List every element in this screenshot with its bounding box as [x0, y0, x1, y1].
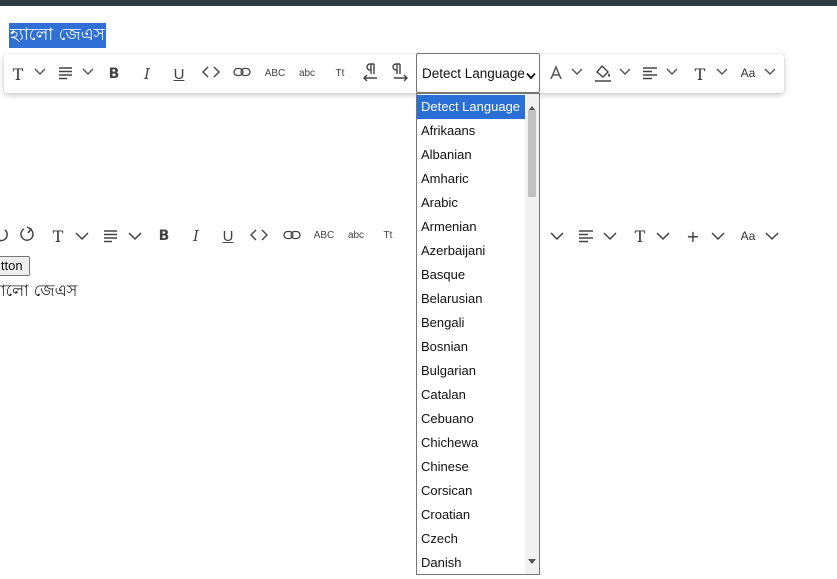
align-left-icon[interactable] — [642, 66, 658, 80]
chevron-down-icon[interactable] — [765, 232, 779, 241]
language-option[interactable]: Detect Language — [417, 95, 525, 119]
chevron-down-icon[interactable] — [711, 232, 725, 241]
lowercase-button[interactable]: abc — [297, 66, 317, 80]
link-icon[interactable] — [233, 67, 251, 77]
language-option[interactable]: Afrikaans — [417, 119, 525, 143]
language-option[interactable]: Czech — [417, 527, 525, 551]
uppercase-button[interactable]: ABC — [264, 66, 286, 80]
align-left-icon[interactable] — [578, 229, 594, 243]
scroll-down-arrow-icon[interactable] — [528, 551, 536, 569]
text-color-icon[interactable] — [549, 65, 563, 81]
scrollbar-thumb[interactable] — [528, 110, 536, 197]
language-option[interactable]: Belarusian — [417, 287, 525, 311]
underline-button[interactable]: U — [220, 226, 236, 246]
italic-button[interactable]: I — [188, 226, 204, 246]
chevron-down-icon[interactable] — [75, 232, 89, 241]
chevron-down-icon[interactable] — [666, 68, 678, 76]
chevron-down-icon[interactable] — [550, 232, 564, 241]
editor-plain-text[interactable]: হ্যালো জেএস — [0, 278, 77, 305]
language-option[interactable]: Arabic — [417, 191, 525, 215]
font-size-button[interactable]: T — [693, 64, 707, 84]
language-option[interactable]: Catalan — [417, 383, 525, 407]
chevron-down-icon[interactable] — [571, 68, 583, 76]
code-icon[interactable] — [202, 66, 220, 78]
chevron-down-icon[interactable] — [656, 232, 670, 241]
link-icon[interactable] — [283, 230, 301, 240]
code-icon[interactable] — [250, 229, 268, 241]
titlecase-button[interactable]: Tt — [332, 66, 348, 80]
chevron-down-icon[interactable] — [716, 68, 728, 76]
language-option[interactable]: Corsican — [417, 479, 525, 503]
language-option[interactable]: Chinese — [417, 455, 525, 479]
chevron-down-icon[interactable] — [34, 68, 46, 76]
language-dropdown-list[interactable]: Detect Language Afrikaans Albanian Amhar… — [416, 93, 540, 575]
floating-toolbar: T B I U ABC abc Tt T Aa — [4, 54, 784, 93]
selected-editor-text[interactable]: হ্যালো জেএস — [9, 23, 106, 48]
font-family-button[interactable]: T — [11, 64, 25, 84]
underline-button[interactable]: U — [171, 64, 187, 84]
language-select-value: Detect Language — [422, 65, 525, 81]
lowercase-button[interactable]: abc — [346, 228, 366, 242]
chevron-down-icon[interactable] — [128, 232, 142, 241]
language-option[interactable]: Albanian — [417, 143, 525, 167]
font-family-button[interactable]: T — [51, 226, 65, 246]
redo-icon[interactable] — [19, 226, 36, 243]
top-bar — [0, 0, 837, 6]
language-option[interactable]: Bengali — [417, 311, 525, 335]
chevron-down-icon[interactable] — [619, 68, 631, 76]
chevron-down-icon[interactable] — [82, 68, 94, 76]
language-option[interactable]: Bulgarian — [417, 359, 525, 383]
language-option[interactable]: Amharic — [417, 167, 525, 191]
language-option[interactable]: Basque — [417, 263, 525, 287]
font-size-button[interactable]: T — [633, 226, 647, 246]
bold-button[interactable]: B — [156, 226, 172, 246]
chevron-down-icon[interactable] — [764, 68, 776, 76]
bold-button[interactable]: B — [106, 64, 122, 84]
language-option[interactable]: Croatian — [417, 503, 525, 527]
dropdown-scrollbar[interactable] — [525, 94, 539, 574]
static-toolbar: T B I U ABC abc Tt T + Aa — [0, 220, 837, 254]
ltr-paragraph-icon[interactable] — [392, 63, 409, 83]
text-case-button[interactable]: Aa — [739, 66, 757, 80]
italic-button[interactable]: I — [139, 64, 155, 84]
highlight-color-icon[interactable] — [594, 63, 612, 83]
language-select[interactable]: Detect Language — [416, 53, 540, 93]
line-height-icon[interactable] — [58, 66, 74, 80]
language-option[interactable]: Bosnian — [417, 335, 525, 359]
language-option[interactable]: Danish — [417, 551, 525, 574]
select-caret-icon — [526, 68, 536, 83]
language-option[interactable]: Chichewa — [417, 431, 525, 455]
chevron-down-icon[interactable] — [603, 232, 617, 241]
language-option[interactable]: Cebuano — [417, 407, 525, 431]
undo-icon[interactable] — [0, 227, 9, 243]
uppercase-button[interactable]: ABC — [313, 228, 335, 242]
plus-icon[interactable]: + — [686, 226, 700, 246]
text-case-button[interactable]: Aa — [739, 229, 757, 243]
rtl-paragraph-icon[interactable] — [362, 63, 379, 83]
plain-button[interactable]: Button — [0, 256, 30, 276]
titlecase-button[interactable]: Tt — [380, 228, 396, 242]
line-height-icon[interactable] — [103, 229, 119, 243]
